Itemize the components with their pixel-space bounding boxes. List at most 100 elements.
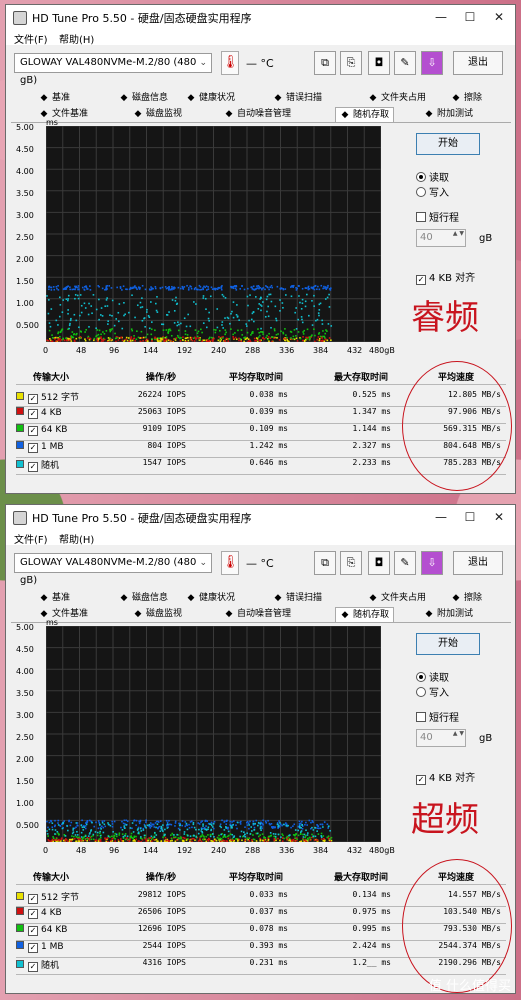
row-label[interactable]: ✓ 1 MB: [16, 441, 64, 453]
tab-0[interactable]: ◆ 基准: [39, 591, 70, 606]
row-label[interactable]: ✓ 64 KB: [16, 424, 67, 436]
row-label[interactable]: ✓ 随机: [16, 958, 59, 972]
menu-item[interactable]: 文件(F): [14, 531, 48, 546]
tab-1[interactable]: ◆ 磁盘信息: [119, 591, 168, 606]
short-stroke-spinner[interactable]: 40 ▲ ▼: [416, 229, 466, 247]
checkbox-checked-icon[interactable]: ✓: [28, 443, 38, 453]
drive-select[interactable]: GLOWAY VAL480NVMe-M.2/80 (480 gB) ⌄: [14, 553, 212, 586]
row-label[interactable]: ✓ 随机: [16, 458, 59, 472]
read-radio[interactable]: 读取: [416, 669, 449, 684]
row-label[interactable]: ✓ 512 字节: [16, 390, 79, 404]
checkbox-checked-icon[interactable]: ✓: [28, 462, 38, 472]
short-stroke-checkbox[interactable]: 短行程: [416, 709, 459, 724]
copy-info-button[interactable]: ⧉: [314, 51, 336, 75]
row-label[interactable]: ✓ 1 MB: [16, 941, 64, 953]
menu-item[interactable]: 帮助(H): [59, 31, 94, 46]
tab-row2-1[interactable]: ◆ 磁盘监视: [133, 607, 182, 622]
start-button[interactable]: 开始: [416, 633, 480, 655]
write-radio[interactable]: 写入: [416, 184, 449, 199]
copy-results-button[interactable]: ⎘: [340, 551, 362, 575]
copy-info-button[interactable]: ⧉: [314, 551, 336, 575]
data-point: [266, 338, 269, 341]
row-label[interactable]: ✓ 64 KB: [16, 924, 67, 936]
data-point: [328, 306, 331, 308]
checkbox-checked-icon[interactable]: ✓: [28, 962, 38, 972]
exit-button[interactable]: 退出: [453, 551, 503, 575]
data-point: [295, 307, 297, 309]
checkbox-checked-icon[interactable]: ✓: [28, 894, 38, 904]
exit-button[interactable]: 退出: [453, 51, 503, 75]
options-button[interactable]: ✎: [394, 51, 416, 75]
start-button[interactable]: 开始: [416, 133, 480, 155]
health-icon: ◆: [187, 593, 195, 603]
data-point: [210, 840, 212, 842]
tab-row2-4[interactable]: ◆ 附加测试: [424, 607, 473, 622]
checkbox-checked-icon[interactable]: ✓: [28, 943, 38, 953]
data-point: [83, 826, 86, 829]
app-window: HD Tune Pro 5.50 - 硬盘/固态硬盘实用程序 — ☐ ✕ 文件(F) 帮助…: [5, 504, 516, 994]
data-point: [96, 338, 98, 340]
data-point: [111, 314, 113, 317]
maximize-button[interactable]: ☐: [455, 507, 485, 527]
align-4kb-checkbox[interactable]: ✓ 4 KB 对齐: [416, 769, 475, 785]
drive-select[interactable]: GLOWAY VAL480NVMe-M.2/80 (480 gB) ⌄: [14, 53, 212, 86]
row-label[interactable]: ✓ 4 KB: [16, 907, 62, 919]
data-point: [247, 822, 250, 825]
tab-4[interactable]: ◆ 文件夹占用: [368, 91, 426, 106]
tab-5[interactable]: ◆ 擦除: [451, 591, 482, 606]
data-point: [153, 838, 155, 841]
data-point: [283, 837, 285, 840]
data-point: [281, 302, 284, 304]
data-point: [154, 822, 157, 824]
tab-2[interactable]: ◆ 健康状况: [186, 591, 235, 606]
tab-5[interactable]: ◆ 擦除: [451, 91, 482, 106]
data-point: [199, 338, 202, 341]
tab-row2-2[interactable]: ◆ 自动噪音管理: [224, 607, 291, 622]
tab-row2-1[interactable]: ◆ 磁盘监视: [133, 107, 182, 122]
short-stroke-spinner[interactable]: 40 ▲ ▼: [416, 729, 466, 747]
write-radio[interactable]: 写入: [416, 684, 449, 699]
data-point: [67, 829, 69, 832]
checkbox-checked-icon[interactable]: ✓: [28, 409, 38, 419]
tab-row2-4[interactable]: ◆ 附加测试: [424, 107, 473, 122]
data-point: [144, 325, 146, 328]
tab-3[interactable]: ◆ 错误扫描: [273, 91, 322, 106]
copy-results-button[interactable]: ⎘: [340, 51, 362, 75]
save-button[interactable]: ⇩: [421, 51, 443, 75]
screenshot-button[interactable]: ◘: [368, 551, 390, 575]
data-point: [295, 833, 297, 836]
tab-4[interactable]: ◆ 文件夹占用: [368, 591, 426, 606]
short-stroke-checkbox[interactable]: 短行程: [416, 209, 459, 224]
tab-row2-3[interactable]: ◆ 随机存取: [335, 607, 395, 623]
save-button[interactable]: ⇩: [421, 551, 443, 575]
data-point: [95, 327, 97, 330]
menu-item[interactable]: 帮助(H): [59, 531, 94, 546]
tab-row2-2[interactable]: ◆ 自动噪音管理: [224, 107, 291, 122]
screenshot-button[interactable]: ◘: [368, 51, 390, 75]
minimize-button[interactable]: —: [426, 507, 456, 527]
app-icon: [13, 511, 27, 525]
tab-label: 随机存取: [353, 610, 390, 620]
tab-0[interactable]: ◆ 基准: [39, 91, 70, 106]
close-button[interactable]: ✕: [484, 7, 514, 27]
row-label[interactable]: ✓ 4 KB: [16, 407, 62, 419]
menu-item[interactable]: 文件(F): [14, 31, 48, 46]
minimize-button[interactable]: —: [426, 7, 456, 27]
tab-row2-3[interactable]: ◆ 随机存取: [335, 107, 395, 123]
tab-2[interactable]: ◆ 健康状况: [186, 91, 235, 106]
close-button[interactable]: ✕: [484, 507, 514, 527]
checkbox-checked-icon[interactable]: ✓: [28, 909, 38, 919]
row-label[interactable]: ✓ 512 字节: [16, 890, 79, 904]
tab-1[interactable]: ◆ 磁盘信息: [119, 91, 168, 106]
data-point: [64, 835, 67, 837]
align-4kb-checkbox[interactable]: ✓ 4 KB 对齐: [416, 269, 475, 285]
checkbox-checked-icon[interactable]: ✓: [28, 926, 38, 936]
tab-3[interactable]: ◆ 错误扫描: [273, 591, 322, 606]
options-button[interactable]: ✎: [394, 551, 416, 575]
maximize-button[interactable]: ☐: [455, 7, 485, 27]
read-radio[interactable]: 读取: [416, 169, 449, 184]
data-point: [239, 338, 242, 340]
checkbox-checked-icon[interactable]: ✓: [28, 426, 38, 436]
data-point: [55, 285, 58, 288]
checkbox-checked-icon[interactable]: ✓: [28, 394, 38, 404]
